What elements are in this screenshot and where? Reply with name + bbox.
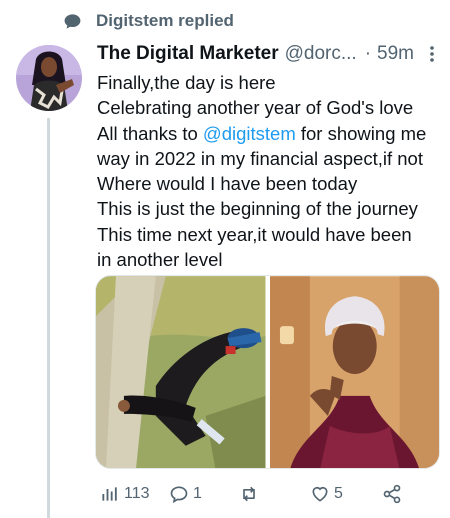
views-count: 113 <box>124 485 150 502</box>
author-handle[interactable]: @dorc... <box>285 43 357 65</box>
replied-label: Digitstem replied <box>96 11 234 30</box>
share-button[interactable] <box>382 484 402 504</box>
thread-line <box>47 118 50 518</box>
heart-icon <box>312 486 328 502</box>
tweet-line: Finally,the day is here <box>97 72 276 93</box>
separator-dot: · <box>364 43 372 64</box>
mention-link[interactable]: @digitstem <box>203 123 296 144</box>
photo-portrait[interactable] <box>269 276 440 469</box>
reply-icon <box>170 486 188 504</box>
tweet-line: This is just the beginning of the journe… <box>97 198 418 220</box>
like-button[interactable]: 5 <box>310 484 343 504</box>
share-icon <box>383 484 401 504</box>
tweet-time[interactable]: 59m <box>377 43 414 65</box>
replied-context[interactable]: Digitstem replied <box>63 10 234 32</box>
reply-count: 1 <box>193 485 202 502</box>
tweet-line: in another level <box>97 249 223 271</box>
speech-bubble-icon <box>64 13 81 29</box>
tweet-line: Celebrating another year of God's love <box>97 97 414 119</box>
reply-button[interactable]: 1 <box>169 484 202 504</box>
photo-outdoor[interactable] <box>96 276 266 469</box>
tweet-line: way in 2022 in my financial aspect,if no… <box>97 147 423 169</box>
tweet-line: All thanks to @digitstem for showing me <box>97 121 442 146</box>
media-grid <box>95 275 440 469</box>
action-bar: 113 1 5 <box>100 482 410 506</box>
analytics-icon <box>102 487 117 501</box>
tweet-line: This time next year,it would have been <box>97 223 412 245</box>
tweet-text: Finally,the day is here Celebrating anot… <box>97 70 442 272</box>
retweet-button[interactable] <box>239 484 263 504</box>
retweet-icon <box>243 486 255 502</box>
tweet-line-part: All thanks to <box>97 122 203 144</box>
more-options-icon[interactable] <box>422 44 442 64</box>
author-name[interactable]: The Digital Marketer <box>97 43 279 65</box>
tweet-header: The Digital Marketer @dorc... · 59m <box>97 41 442 67</box>
tweet-line: Where would I have been today <box>97 173 358 195</box>
tweet-line-part: for showing me <box>295 122 427 144</box>
views-button[interactable]: 113 <box>100 484 150 504</box>
avatar[interactable] <box>16 45 82 111</box>
like-count: 5 <box>334 485 343 502</box>
